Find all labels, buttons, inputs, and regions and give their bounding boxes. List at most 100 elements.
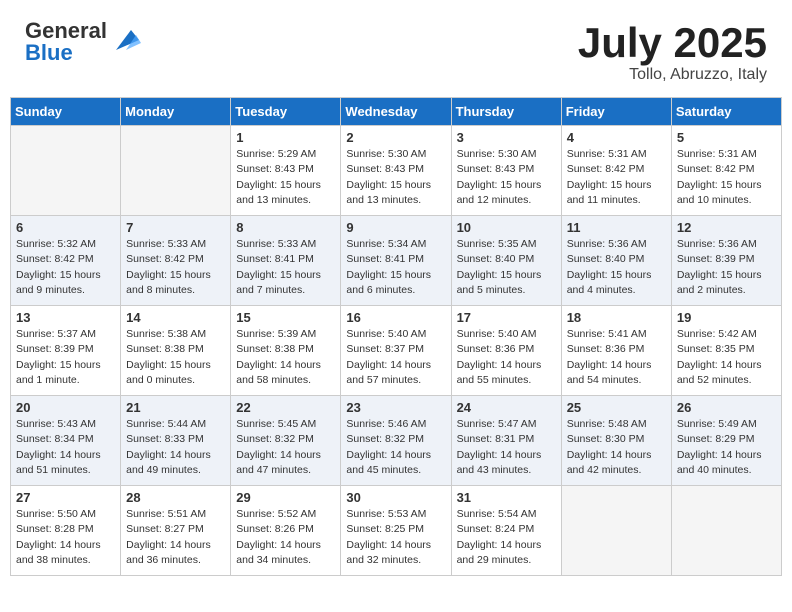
day-number: 31 — [457, 490, 556, 505]
calendar-cell: 23 Sunrise: 5:46 AMSunset: 8:32 PMDayligh… — [341, 396, 451, 486]
calendar-cell: 6 Sunrise: 5:32 AMSunset: 8:42 PMDaylight… — [11, 216, 121, 306]
day-info: Sunrise: 5:50 AMSunset: 8:28 PMDaylight:… — [16, 507, 115, 568]
weekday-header-row: SundayMondayTuesdayWednesdayThursdayFrid… — [11, 98, 782, 126]
day-number: 2 — [346, 130, 445, 145]
day-info: Sunrise: 5:54 AMSunset: 8:24 PMDaylight:… — [457, 507, 556, 568]
day-info: Sunrise: 5:31 AMSunset: 8:42 PMDaylight:… — [567, 147, 666, 208]
day-number: 18 — [567, 310, 666, 325]
day-number: 27 — [16, 490, 115, 505]
logo-general-text: General — [25, 20, 107, 42]
calendar-cell: 10 Sunrise: 5:35 AMSunset: 8:40 PMDayligh… — [451, 216, 561, 306]
day-info: Sunrise: 5:40 AMSunset: 8:37 PMDaylight:… — [346, 327, 445, 388]
calendar-week-row: 1Sunrise: 5:29 AMSunset: 8:43 PMDaylight… — [11, 126, 782, 216]
day-number: 5 — [677, 130, 776, 145]
day-number: 22 — [236, 400, 335, 415]
day-number: 28 — [126, 490, 225, 505]
day-info: Sunrise: 5:31 AMSunset: 8:42 PMDaylight:… — [677, 147, 776, 208]
calendar-week-row: 20 Sunrise: 5:43 AMSunset: 8:34 PMDayligh… — [11, 396, 782, 486]
day-number: 20 — [16, 400, 115, 415]
day-info: Sunrise: 5:52 AMSunset: 8:26 PMDaylight:… — [236, 507, 335, 568]
day-number: 12 — [677, 220, 776, 235]
day-number: 6 — [16, 220, 115, 235]
calendar-cell: 5 Sunrise: 5:31 AMSunset: 8:42 PMDaylight… — [671, 126, 781, 216]
weekday-header-sunday: Sunday — [11, 98, 121, 126]
day-number: 10 — [457, 220, 556, 235]
calendar-cell: 12 Sunrise: 5:36 AMSunset: 8:39 PMDayligh… — [671, 216, 781, 306]
day-number: 24 — [457, 400, 556, 415]
day-number: 9 — [346, 220, 445, 235]
logo-blue-text: Blue — [25, 42, 107, 64]
calendar-cell: 28 Sunrise: 5:51 AMSunset: 8:27 PMDayligh… — [121, 486, 231, 576]
day-number: 19 — [677, 310, 776, 325]
page-header: General Blue July 2025 Tollo, Abruzzo, I… — [10, 10, 782, 89]
calendar-cell: 16 Sunrise: 5:40 AMSunset: 8:37 PMDayligh… — [341, 306, 451, 396]
day-info: Sunrise: 5:34 AMSunset: 8:41 PMDaylight:… — [346, 237, 445, 298]
calendar-cell: 8Sunrise: 5:33 AMSunset: 8:41 PMDaylight… — [231, 216, 341, 306]
day-number: 13 — [16, 310, 115, 325]
day-info: Sunrise: 5:43 AMSunset: 8:34 PMDaylight:… — [16, 417, 115, 478]
calendar-cell: 26 Sunrise: 5:49 AMSunset: 8:29 PMDayligh… — [671, 396, 781, 486]
logo: General Blue — [25, 20, 141, 64]
month-title: July 2025 — [578, 20, 767, 66]
day-info: Sunrise: 5:49 AMSunset: 8:29 PMDaylight:… — [677, 417, 776, 478]
day-info: Sunrise: 5:47 AMSunset: 8:31 PMDaylight:… — [457, 417, 556, 478]
calendar-cell: 14Sunrise: 5:38 AMSunset: 8:38 PMDayligh… — [121, 306, 231, 396]
day-number: 21 — [126, 400, 225, 415]
day-number: 14 — [126, 310, 225, 325]
day-number: 29 — [236, 490, 335, 505]
calendar-table: SundayMondayTuesdayWednesdayThursdayFrid… — [10, 97, 782, 576]
day-info: Sunrise: 5:36 AMSunset: 8:39 PMDaylight:… — [677, 237, 776, 298]
calendar-cell: 19 Sunrise: 5:42 AMSunset: 8:35 PMDayligh… — [671, 306, 781, 396]
weekday-header-monday: Monday — [121, 98, 231, 126]
calendar-cell: 13 Sunrise: 5:37 AMSunset: 8:39 PMDayligh… — [11, 306, 121, 396]
day-info: Sunrise: 5:42 AMSunset: 8:35 PMDaylight:… — [677, 327, 776, 388]
calendar-cell: 21 Sunrise: 5:44 AMSunset: 8:33 PMDayligh… — [121, 396, 231, 486]
weekday-header-tuesday: Tuesday — [231, 98, 341, 126]
day-info: Sunrise: 5:35 AMSunset: 8:40 PMDaylight:… — [457, 237, 556, 298]
day-info: Sunrise: 5:44 AMSunset: 8:33 PMDaylight:… — [126, 417, 225, 478]
day-number: 16 — [346, 310, 445, 325]
calendar-cell: 27 Sunrise: 5:50 AMSunset: 8:28 PMDayligh… — [11, 486, 121, 576]
day-info: Sunrise: 5:33 AMSunset: 8:42 PMDaylight:… — [126, 237, 225, 298]
day-info: Sunrise: 5:51 AMSunset: 8:27 PMDaylight:… — [126, 507, 225, 568]
weekday-header-saturday: Saturday — [671, 98, 781, 126]
calendar-cell — [121, 126, 231, 216]
calendar-cell: 9 Sunrise: 5:34 AMSunset: 8:41 PMDaylight… — [341, 216, 451, 306]
day-info: Sunrise: 5:30 AMSunset: 8:43 PMDaylight:… — [346, 147, 445, 208]
day-info: Sunrise: 5:45 AMSunset: 8:32 PMDaylight:… — [236, 417, 335, 478]
calendar-week-row: 27 Sunrise: 5:50 AMSunset: 8:28 PMDayligh… — [11, 486, 782, 576]
calendar-cell: 15 Sunrise: 5:39 AMSunset: 8:38 PMDayligh… — [231, 306, 341, 396]
calendar-cell: 24 Sunrise: 5:47 AMSunset: 8:31 PMDayligh… — [451, 396, 561, 486]
day-info: Sunrise: 5:32 AMSunset: 8:42 PMDaylight:… — [16, 237, 115, 298]
location-text: Tollo, Abruzzo, Italy — [578, 66, 767, 84]
calendar-cell: 7Sunrise: 5:33 AMSunset: 8:42 PMDaylight… — [121, 216, 231, 306]
day-number: 26 — [677, 400, 776, 415]
day-number: 23 — [346, 400, 445, 415]
weekday-header-thursday: Thursday — [451, 98, 561, 126]
day-number: 17 — [457, 310, 556, 325]
calendar-cell: 2 Sunrise: 5:30 AMSunset: 8:43 PMDaylight… — [341, 126, 451, 216]
calendar-week-row: 13 Sunrise: 5:37 AMSunset: 8:39 PMDayligh… — [11, 306, 782, 396]
calendar-cell — [671, 486, 781, 576]
calendar-cell: 22 Sunrise: 5:45 AMSunset: 8:32 PMDayligh… — [231, 396, 341, 486]
day-info: Sunrise: 5:53 AMSunset: 8:25 PMDaylight:… — [346, 507, 445, 568]
day-number: 8 — [236, 220, 335, 235]
calendar-cell: 30 Sunrise: 5:53 AMSunset: 8:25 PMDayligh… — [341, 486, 451, 576]
day-info: Sunrise: 5:30 AMSunset: 8:43 PMDaylight:… — [457, 147, 556, 208]
day-number: 15 — [236, 310, 335, 325]
calendar-cell: 31 Sunrise: 5:54 AMSunset: 8:24 PMDayligh… — [451, 486, 561, 576]
day-info: Sunrise: 5:37 AMSunset: 8:39 PMDaylight:… — [16, 327, 115, 388]
day-number: 3 — [457, 130, 556, 145]
weekday-header-friday: Friday — [561, 98, 671, 126]
day-number: 30 — [346, 490, 445, 505]
calendar-cell: 20 Sunrise: 5:43 AMSunset: 8:34 PMDayligh… — [11, 396, 121, 486]
day-info: Sunrise: 5:46 AMSunset: 8:32 PMDaylight:… — [346, 417, 445, 478]
day-number: 11 — [567, 220, 666, 235]
calendar-cell: 25Sunrise: 5:48 AMSunset: 8:30 PMDayligh… — [561, 396, 671, 486]
day-number: 25 — [567, 400, 666, 415]
day-info: Sunrise: 5:39 AMSunset: 8:38 PMDaylight:… — [236, 327, 335, 388]
calendar-week-row: 6 Sunrise: 5:32 AMSunset: 8:42 PMDaylight… — [11, 216, 782, 306]
calendar-cell: 29 Sunrise: 5:52 AMSunset: 8:26 PMDayligh… — [231, 486, 341, 576]
calendar-cell — [11, 126, 121, 216]
calendar-cell: 4Sunrise: 5:31 AMSunset: 8:42 PMDaylight… — [561, 126, 671, 216]
